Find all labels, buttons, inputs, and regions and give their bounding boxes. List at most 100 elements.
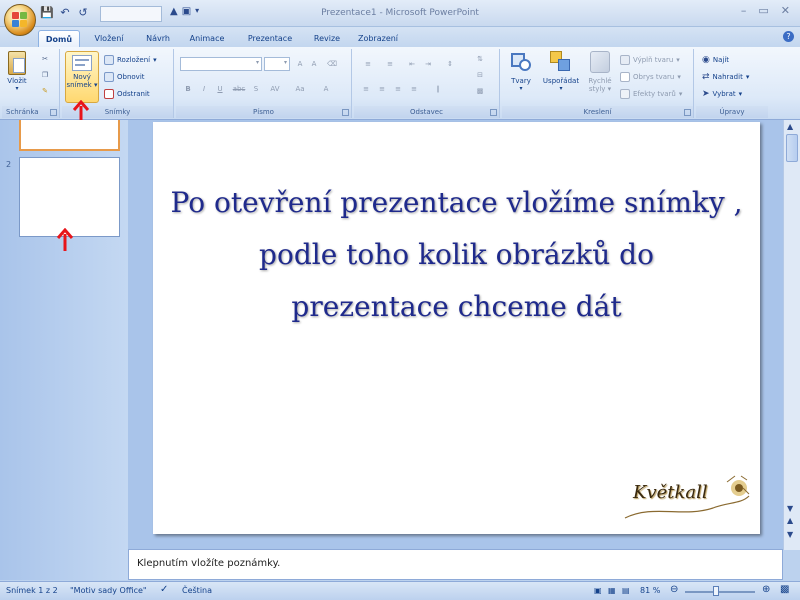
slide-number-2: 2 [6,160,12,169]
shape-fill-button[interactable]: Výplň tvaru ▾ [620,55,680,65]
slide-thumbnail-2[interactable] [19,157,120,237]
tab-view[interactable]: Zobrazení [350,30,406,47]
slide-text-line: prezentace chceme dát [291,290,622,323]
vertical-scrollbar[interactable]: ▲ ▼ ▲ ▼ [783,120,800,550]
help-icon[interactable]: ? [783,31,794,42]
smartart-icon[interactable]: ▩ [474,85,486,97]
previous-slide-icon[interactable]: ▲ [787,516,793,525]
scroll-thumb[interactable] [786,134,798,162]
tab-review[interactable]: Revize [307,30,347,47]
maximize-button[interactable]: ▭ [758,4,768,17]
drawing-dialog-launcher-icon[interactable] [684,109,691,116]
window-title: Prezentace1 - Microsoft PowerPoint [321,8,479,18]
font-name-combo[interactable]: ▾ [180,57,262,71]
copy-icon[interactable]: ❐ [39,69,51,81]
signature-logo: Květkall [623,474,753,524]
tab-design[interactable]: Návrh [138,30,178,47]
arrange-button[interactable]: Uspořádat ▾ [538,51,584,93]
shape-effects-button[interactable]: Efekty tvarů ▾ [620,89,682,99]
new-slide-button[interactable]: Nový snímek ▾ [65,51,99,103]
replace-button[interactable]: ⇄ Nahradit ▾ [702,72,749,82]
group-drawing: Tvary ▾ Uspořádat ▾ Rychlé styly ▾ Výplň… [502,49,694,118]
bold-icon[interactable]: B [182,83,194,95]
increase-indent-icon[interactable]: ⇥ [422,58,434,70]
notes-pane[interactable]: Klepnutím vložíte poznámky. [128,549,783,580]
bullets-icon[interactable]: ≡ [358,58,378,70]
shapes-button[interactable]: Tvary ▾ [506,51,536,93]
clipboard-dialog-launcher-icon[interactable] [50,109,57,116]
justify-icon[interactable]: ≡ [408,83,420,95]
slide-sorter-view-icon[interactable]: ▦ [608,586,616,595]
slide-canvas[interactable]: Po otevření prezentace vložíme snímky , … [153,122,760,534]
slide-thumbnail-1[interactable] [19,120,120,151]
shape-effects-icon [620,89,630,99]
quick-styles-label-line2: styly ▾ [588,85,612,93]
align-right-icon[interactable]: ≡ [392,83,404,95]
change-case-icon[interactable]: Aa [290,83,310,95]
theme-name[interactable]: "Motiv sady Office" [70,586,147,595]
office-button[interactable] [4,4,36,36]
minimize-button[interactable]: – [741,4,747,17]
underline-icon[interactable]: U [214,83,226,95]
tab-home[interactable]: Domů [38,30,80,47]
slideshow-view-icon[interactable]: ▤ [622,586,630,595]
zoom-slider-thumb[interactable] [712,586,719,596]
grow-font-icon[interactable]: A [294,58,306,70]
new-slide-icon [72,55,92,71]
shape-outline-button[interactable]: Obrys tvaru ▾ [620,72,681,82]
group-editing: ◉ Najít ⇄ Nahradit ▾ ➤ Vybrat ▾ Úpravy [696,49,768,118]
zoom-slider[interactable] [685,591,755,593]
columns-icon[interactable]: ∥ [428,83,448,95]
font-size-combo[interactable]: ▾ [264,57,290,71]
format-painter-icon[interactable]: ✎ [39,85,51,97]
normal-view-icon[interactable]: ▣ [594,586,602,595]
text-direction-icon[interactable]: ⇅ [474,53,486,65]
paste-label: Vložit [7,77,27,85]
line-spacing-icon[interactable]: ⇕ [440,58,460,70]
italic-icon[interactable]: I [198,83,210,95]
tab-animations[interactable]: Animace [182,30,232,47]
quick-styles-button[interactable]: Rychlé styly ▾ [586,51,614,93]
group-label-drawing: Kreslení [502,106,693,118]
zoom-in-icon[interactable]: ⊕ [762,584,770,595]
delete-slide-button[interactable]: Odstranit [104,89,150,99]
clear-formatting-icon[interactable]: ⌫ [326,58,338,70]
char-spacing-icon[interactable]: AV [266,83,284,95]
cut-icon[interactable]: ✂ [39,53,51,65]
reset-button[interactable]: Obnovit [104,72,145,82]
ribbon: Vložit ▾ ✂ ❐ ✎ Schránka Nový snímek ▾ Ro… [0,47,800,120]
align-text-icon[interactable]: ⊟ [474,69,486,81]
align-center-icon[interactable]: ≡ [376,83,388,95]
font-color-icon[interactable]: A [320,83,332,95]
reset-icon [104,72,114,82]
group-font: ▾ ▾ A A ⌫ B I U abc S AV Aa A Písmo [176,49,352,118]
numbering-icon[interactable]: ≡ [380,58,400,70]
find-button[interactable]: ◉ Najít [702,55,729,65]
select-button[interactable]: ➤ Vybrat ▾ [702,89,742,99]
scroll-up-icon[interactable]: ▲ [787,122,793,131]
font-dialog-launcher-icon[interactable] [342,109,349,116]
close-button[interactable]: ✕ [781,4,790,17]
cursor-icon: ➤ [702,89,710,99]
paragraph-dialog-launcher-icon[interactable] [490,109,497,116]
zoom-out-icon[interactable]: ⊖ [670,584,678,595]
next-slide-icon[interactable]: ▼ [787,530,793,539]
tab-insert[interactable]: Vložení [86,30,132,47]
new-slide-label-line1: Nový [73,73,91,81]
tab-slideshow[interactable]: Prezentace [240,30,300,47]
shrink-font-icon[interactable]: A [308,58,320,70]
slide-text[interactable]: Po otevření prezentace vložíme snímky , … [153,177,760,333]
layout-button[interactable]: Rozložení ▾ [104,55,157,65]
paste-button[interactable]: Vložit ▾ [5,51,29,93]
strikethrough-icon[interactable]: abc [230,83,248,95]
scroll-down-icon[interactable]: ▼ [787,504,793,513]
quick-styles-label-line1: Rychlé [588,77,612,85]
zoom-level[interactable]: 81 % [640,586,660,595]
decrease-indent-icon[interactable]: ⇤ [406,58,418,70]
spellcheck-icon[interactable]: ✓ [160,584,168,595]
fit-to-window-icon[interactable]: ▩ [780,584,789,595]
align-left-icon[interactable]: ≡ [360,83,372,95]
language-indicator[interactable]: Čeština [182,586,212,595]
shadow-icon[interactable]: S [250,83,262,95]
binoculars-icon: ◉ [702,55,710,65]
